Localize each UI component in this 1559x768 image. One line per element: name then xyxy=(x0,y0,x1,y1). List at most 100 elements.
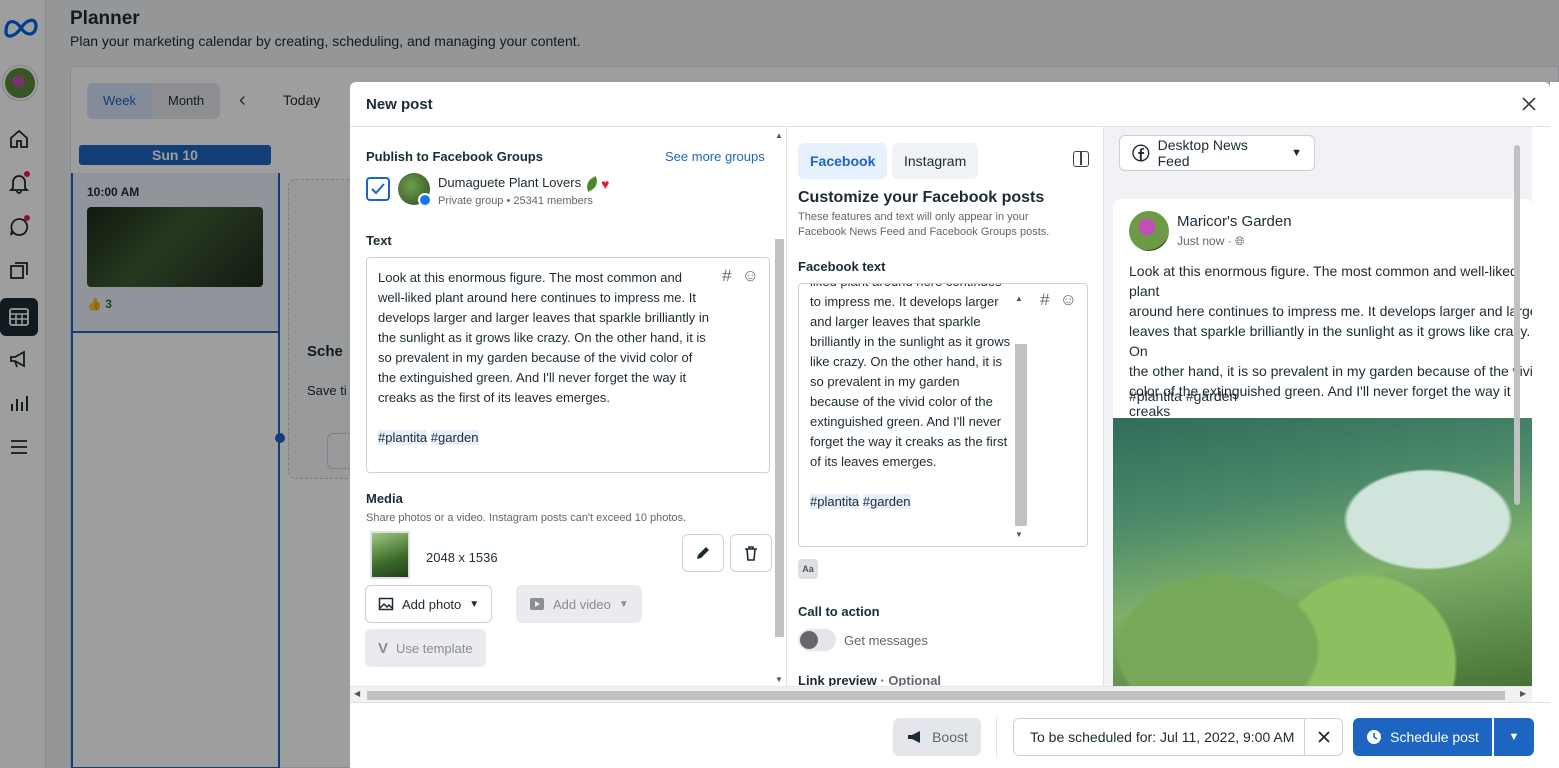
scrollbar-thumb[interactable] xyxy=(367,691,1505,700)
tab-instagram[interactable]: Instagram xyxy=(892,143,979,179)
clock-icon xyxy=(1367,730,1382,744)
hashtag: #garden xyxy=(862,494,911,509)
scroll-right-icon[interactable]: ▶ xyxy=(1520,689,1526,698)
use-template-button[interactable]: V Use template xyxy=(365,629,486,667)
customize-description: These features and text will only appear… xyxy=(798,211,1050,238)
add-video-button[interactable]: Add video ▼ xyxy=(516,585,642,623)
split-view-icon[interactable] xyxy=(1073,151,1089,167)
boost-button[interactable]: Boost xyxy=(893,718,981,756)
preview-column: Desktop News Feed ▼ Maricor's Garden Jus… xyxy=(1104,127,1532,686)
post-text-input[interactable]: Look at this enormous figure. The most c… xyxy=(366,257,770,473)
schedule-date-field[interactable]: To be scheduled for: Jul 11, 2022, 9:00 … xyxy=(1013,718,1343,756)
caret-down-icon: ▼ xyxy=(618,598,629,610)
group-meta: Private group • 25341 members xyxy=(438,195,593,207)
text-tools: # ☺ xyxy=(722,266,759,286)
add-video-label: Add video xyxy=(553,596,611,612)
placement-label: Desktop News Feed xyxy=(1157,137,1248,169)
media-dimensions: 2048 x 1536 xyxy=(426,550,498,565)
scrollbar-thumb[interactable] xyxy=(1015,344,1027,526)
schedule-post-label: Schedule post xyxy=(1390,729,1479,745)
page-avatar xyxy=(1129,211,1169,251)
hashtag: #plantita xyxy=(378,430,428,445)
tab-facebook[interactable]: Facebook xyxy=(798,143,888,179)
delete-media-button[interactable] xyxy=(730,534,772,572)
trash-icon xyxy=(745,546,757,561)
text-tools: # ☺ xyxy=(1040,290,1077,310)
boost-label: Boost xyxy=(932,729,968,745)
emoji-icon[interactable]: ☺ xyxy=(742,266,759,286)
placement-dropdown[interactable]: Desktop News Feed ▼ xyxy=(1119,135,1315,171)
media-thumbnail[interactable] xyxy=(370,531,410,579)
page-name: Maricor's Garden xyxy=(1177,213,1292,230)
emoji-icon[interactable]: ☺ xyxy=(1060,290,1077,310)
group-name: Dumaguete Plant Lovers ♥ xyxy=(438,175,610,192)
megaphone-icon xyxy=(908,731,921,744)
schedule-options-button[interactable]: ▼ xyxy=(1494,718,1534,756)
preview-image xyxy=(1113,418,1532,686)
facebook-text-input[interactable]: liked plant around here continues to imp… xyxy=(798,283,1088,547)
hashtag: #plantita xyxy=(810,494,860,509)
new-post-dialog: New post Publish to Facebook Groups See … xyxy=(350,82,1550,768)
use-template-label: Use template xyxy=(396,640,473,656)
hashtag-icon[interactable]: # xyxy=(722,266,731,286)
customize-title: Customize your Facebook posts xyxy=(798,189,1045,206)
get-messages-label: Get messages xyxy=(844,633,928,648)
get-messages-toggle[interactable] xyxy=(798,629,836,651)
photo-icon xyxy=(378,597,394,611)
scroll-up-icon[interactable]: ▲ xyxy=(775,131,783,140)
facebook-text-content: liked plant around here continues to imp… xyxy=(810,284,1011,509)
compose-scrollbar[interactable]: ▲ ▼ xyxy=(771,129,787,686)
text-format-icon[interactable]: Aa xyxy=(798,559,818,579)
schedule-prefix: To be scheduled for: xyxy=(1030,729,1160,745)
preview-scrollbar[interactable] xyxy=(1514,145,1520,505)
scroll-down-icon[interactable]: ▼ xyxy=(775,675,783,684)
vimeo-icon: V xyxy=(378,639,389,657)
facebook-text-label: Facebook text xyxy=(798,259,886,274)
caret-down-icon: ▼ xyxy=(1291,147,1302,159)
post-text-content: Look at this enormous figure. The most c… xyxy=(378,270,713,445)
scroll-down-icon[interactable]: ▼ xyxy=(1015,530,1023,539)
background-panel-edge xyxy=(1550,82,1559,768)
post-time: Just now · 🌐︎ xyxy=(1177,234,1245,248)
media-description: Share photos or a video. Instagram posts… xyxy=(366,512,687,524)
post-preview: Maricor's Garden Just now · 🌐︎ Look at t… xyxy=(1113,199,1532,686)
hashtag: #garden xyxy=(430,430,479,445)
link-preview-label: Link preview · Optional xyxy=(798,673,942,686)
publish-groups-label: Publish to Facebook Groups xyxy=(366,149,543,164)
close-icon[interactable] xyxy=(1518,93,1540,115)
customize-column: Facebook Instagram Customize your Facebo… xyxy=(786,127,1104,686)
video-icon xyxy=(530,598,544,610)
add-photo-label: Add photo xyxy=(402,596,462,612)
dialog-footer: Boost To be scheduled for: Jul 11, 2022,… xyxy=(350,702,1550,768)
see-more-groups-link[interactable]: See more groups xyxy=(665,149,765,164)
schedule-date: Jul 11, 2022, 9:00 AM xyxy=(1159,729,1295,745)
hashtag-icon[interactable]: # xyxy=(1040,290,1049,310)
add-photo-button[interactable]: Add photo ▼ xyxy=(365,585,493,623)
preview-hashtags: #plantita #garden xyxy=(1129,388,1238,404)
field-divider xyxy=(1304,719,1305,755)
facebook-text-scrollbar[interactable]: ▲ ▼ xyxy=(1013,292,1027,540)
compose-column: Publish to Facebook Groups See more grou… xyxy=(350,127,786,686)
horizontal-scrollbar[interactable]: ◀ ▶ xyxy=(350,686,1532,702)
text-label: Text xyxy=(366,233,392,248)
heart-emoji-icon: ♥ xyxy=(601,175,610,192)
caret-down-icon: ▼ xyxy=(1508,731,1520,743)
dialog-header: New post xyxy=(350,82,1550,127)
facebook-icon xyxy=(1132,144,1150,162)
group-checkbox[interactable] xyxy=(366,177,390,201)
schedule-post-button[interactable]: Schedule post xyxy=(1353,718,1492,756)
caret-down-icon: ▼ xyxy=(469,598,480,610)
scroll-up-icon[interactable]: ▲ xyxy=(1015,294,1023,303)
scrollbar-thumb[interactable] xyxy=(775,239,784,637)
globe-icon: 🌐︎ xyxy=(1235,234,1245,248)
dialog-title: New post xyxy=(366,96,433,113)
footer-divider xyxy=(996,717,997,757)
edit-media-button[interactable] xyxy=(682,534,724,572)
scroll-left-icon[interactable]: ◀ xyxy=(354,689,360,698)
clear-schedule-icon[interactable] xyxy=(1314,727,1334,747)
pencil-icon xyxy=(697,547,709,559)
preview-text: Look at this enormous figure. The most c… xyxy=(1129,263,1532,439)
call-to-action-label: Call to action xyxy=(798,604,880,619)
facebook-badge-icon xyxy=(418,193,432,207)
leaf-emoji-icon xyxy=(583,175,601,192)
